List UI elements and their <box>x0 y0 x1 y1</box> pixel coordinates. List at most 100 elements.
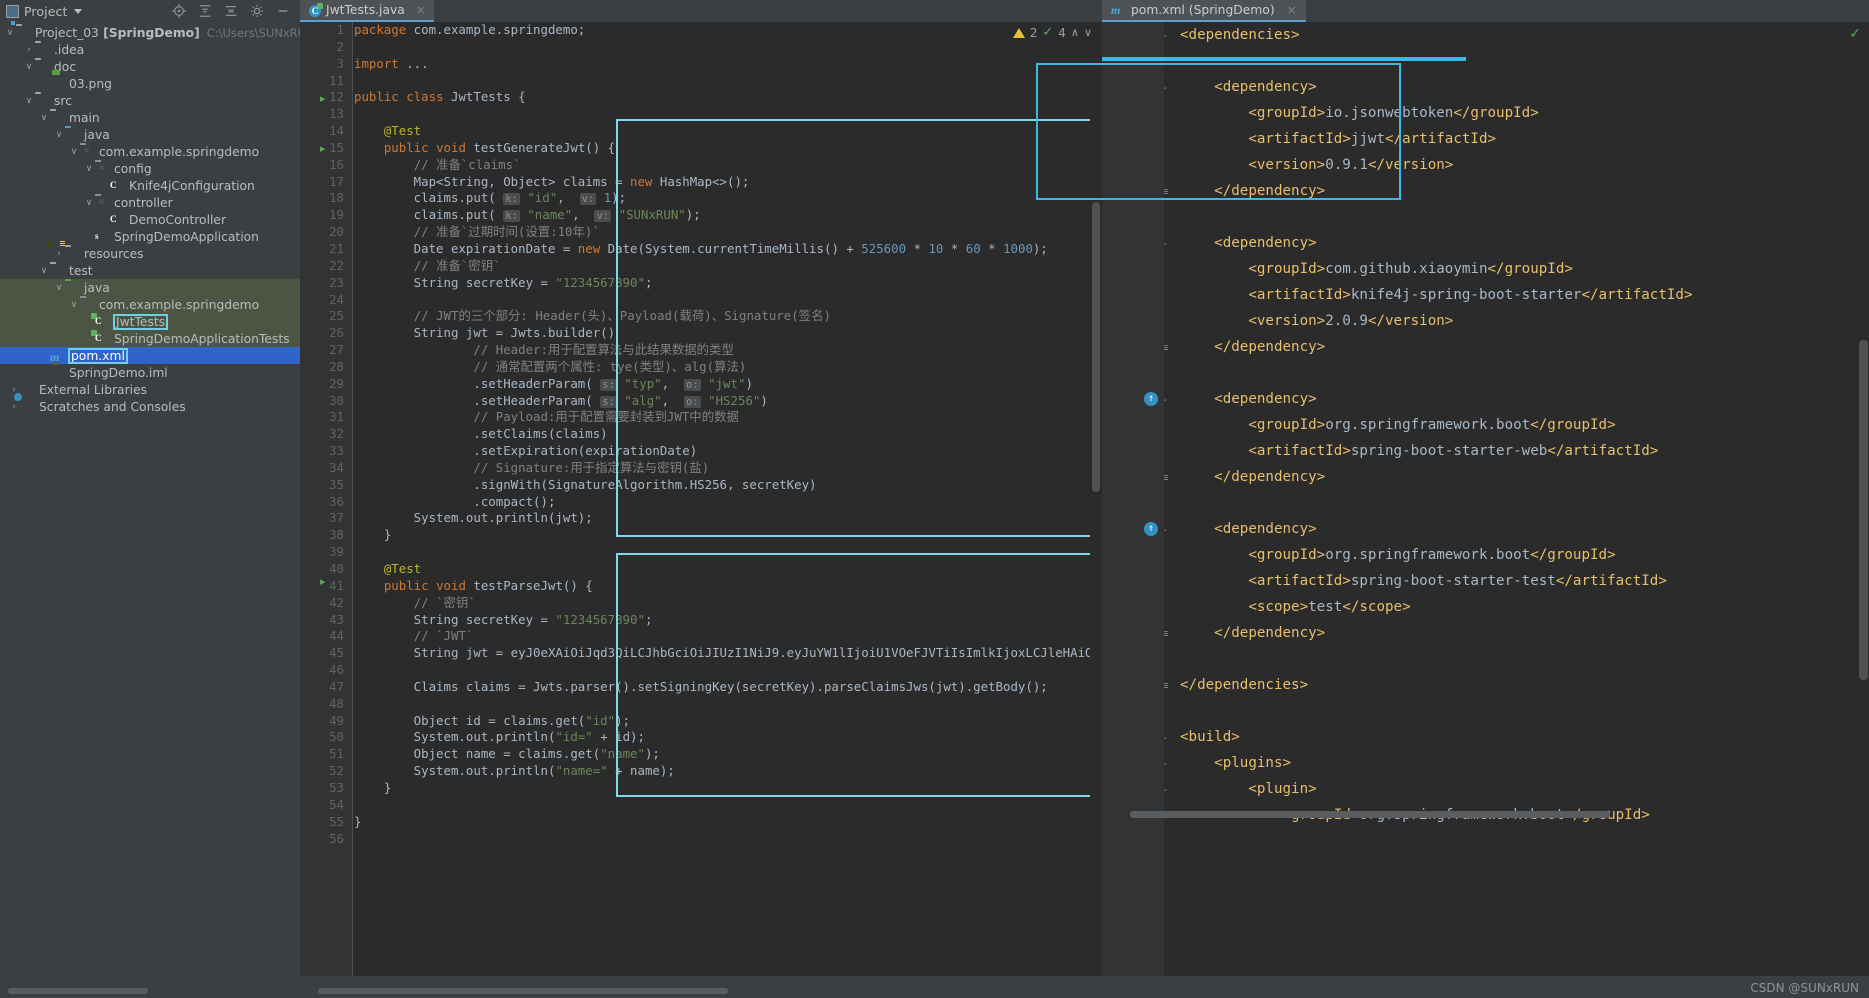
close-icon[interactable]: × <box>1287 3 1297 17</box>
tree-item-java[interactable]: ∨ java <box>0 279 300 296</box>
maven-reimport-icon[interactable] <box>1144 392 1158 406</box>
tree-item-doc[interactable]: ∨ doc <box>0 58 300 75</box>
tree-item-springdemoapplicationtests[interactable]: SpringDemoApplicationTests <box>0 330 300 347</box>
check-count: 4 <box>1058 25 1066 40</box>
locate-icon[interactable] <box>172 4 186 18</box>
tree-item-label: Project_03 <box>35 25 99 40</box>
tree-expander[interactable]: ∨ <box>38 113 50 123</box>
tree-expander[interactable]: › <box>53 249 65 259</box>
expand-all-icon[interactable] <box>198 4 212 18</box>
inspection-status[interactable]: 2 ✓ 4 ∧ ∨ <box>1012 25 1092 40</box>
tree-expander[interactable]: › <box>8 402 20 412</box>
next-problem-icon[interactable]: ∨ <box>1084 26 1092 39</box>
source-folder-icon <box>65 128 80 142</box>
xml-editor-pane: m pom.xml (SpringDemo) × ✓ 19-<dependenc… <box>1102 0 1869 998</box>
project-tree[interactable]: ∨ Project_03 [SpringDemo] C:\Users\SUNxRUI… <box>0 20 309 415</box>
tree-item-src[interactable]: ∨ src <box>0 92 300 109</box>
spring-class-icon <box>95 230 110 244</box>
tree-item-label: test <box>69 263 93 278</box>
tree-item-external-libraries[interactable]: › External Libraries <box>0 381 300 398</box>
tree-expander[interactable] <box>83 232 95 242</box>
tree-item-jwttests[interactable]: JwtTests <box>0 313 300 330</box>
tree-item-pom-xml[interactable]: m pom.xml <box>0 347 300 364</box>
tree-expander[interactable]: ∨ <box>53 283 65 293</box>
gutter[interactable] <box>1102 22 1164 998</box>
xml-code-area[interactable]: 19-<dependencies>2021- <dependency>22 <g… <box>1102 22 1869 998</box>
project-hscrollbar[interactable] <box>8 988 148 994</box>
tree-item-springdemoapplication[interactable]: SpringDemoApplication <box>0 228 300 245</box>
editor-tabbar-right: m pom.xml (SpringDemo) × <box>1102 0 1869 22</box>
hide-panel-icon[interactable] <box>276 4 290 18</box>
java-code-area[interactable]: 1 package com.example.springdemo; 2 3 import… <box>300 22 1102 998</box>
package-icon <box>95 196 110 210</box>
tree-item-com-example-springdemo[interactable]: ∨ com.example.springdemo <box>0 143 300 160</box>
package-icon <box>80 298 95 312</box>
tree-item-democontroller[interactable]: DemoController <box>0 211 300 228</box>
tree-expander[interactable]: ∨ <box>83 198 95 208</box>
run-class-icon[interactable]: ▸ <box>320 92 326 105</box>
tab-jwttests-java[interactable]: JwtTests.java × <box>300 0 434 22</box>
tree-item-config[interactable]: ∨ config <box>0 160 300 177</box>
gear-icon[interactable] <box>250 4 264 18</box>
folder-icon <box>50 264 65 278</box>
editor-scrollbar-right[interactable] <box>1859 340 1868 680</box>
tab-pom-xml[interactable]: m pom.xml (SpringDemo) × <box>1102 0 1306 22</box>
status-bar: CSDN @SUNxRUN <box>0 976 1869 998</box>
tree-expander[interactable] <box>38 368 50 378</box>
run-test-icon-1[interactable]: ▸ <box>320 142 326 155</box>
tree-item--idea[interactable]: › .idea <box>0 41 300 58</box>
tree-item-springdemo-iml[interactable]: SpringDemo.iml <box>0 364 300 381</box>
tree-expander[interactable]: › <box>23 45 35 55</box>
tree-expander[interactable]: ∨ <box>38 266 50 276</box>
tree-expander[interactable] <box>38 79 50 89</box>
module-folder-icon <box>11 20 31 40</box>
chevron-down-icon[interactable] <box>74 8 83 14</box>
collapse-all-icon[interactable] <box>224 4 238 18</box>
tree-item-controller[interactable]: ∨ controller <box>0 194 300 211</box>
tree-expander[interactable]: ∨ <box>53 130 65 140</box>
tree-item-label: main <box>69 110 100 125</box>
tree-expander[interactable] <box>98 215 110 225</box>
close-icon[interactable]: × <box>416 3 426 17</box>
tree-item-scratches-and-consoles[interactable]: › Scratches and Consoles <box>0 398 300 415</box>
prev-problem-icon[interactable]: ∧ <box>1071 26 1079 39</box>
java-source-code[interactable]: 1 package com.example.springdemo; 2 3 import… <box>300 22 1102 847</box>
tree-expander[interactable]: ∨ <box>23 62 35 72</box>
tree-expander[interactable]: ∨ <box>4 28 16 38</box>
tree-item-label: controller <box>114 195 173 210</box>
tree-expander[interactable]: ∨ <box>68 300 80 310</box>
test-source-folder-icon <box>65 281 80 295</box>
folder-icon <box>35 60 50 74</box>
tree-expander[interactable]: ∨ <box>23 96 35 106</box>
tree-expander[interactable]: ∨ <box>68 147 80 157</box>
folder-icon <box>35 94 50 108</box>
tree-expander[interactable]: ∨ <box>83 164 95 174</box>
tree-item-label: java <box>84 280 110 295</box>
tree-item-03-png[interactable]: 03.png <box>0 75 300 92</box>
package-icon <box>80 145 95 159</box>
scrollbar-thumb[interactable] <box>1092 202 1100 492</box>
tree-expander[interactable] <box>38 351 50 361</box>
tree-item-knife4jconfiguration[interactable]: Knife4jConfiguration <box>0 177 300 194</box>
scratches-icon <box>20 400 35 414</box>
run-test-icon-2[interactable]: ▸ <box>320 575 326 588</box>
tree-item-test[interactable]: ∨ test <box>0 262 300 279</box>
tree-item-com-example-springdemo[interactable]: ∨ com.example.springdemo <box>0 296 300 313</box>
project-panel-title: Project <box>24 3 68 19</box>
tree-item-label: 03.png <box>69 76 112 91</box>
tree-item-project-03[interactable]: ∨ Project_03 [SpringDemo] C:\Users\SUNxRUI <box>0 20 309 41</box>
tree-item-label: java <box>84 127 110 142</box>
tree-item-label: Knife4jConfiguration <box>129 178 255 193</box>
tree-item-java[interactable]: ∨ java <box>0 126 300 143</box>
xml-source-code[interactable]: 19-<dependencies>2021- <dependency>22 <g… <box>1102 22 1869 828</box>
class-icon <box>110 213 125 227</box>
test-class-icon <box>95 332 110 346</box>
project-view-icon <box>6 4 19 18</box>
maven-reimport-icon[interactable] <box>1144 522 1158 536</box>
tree-item-main[interactable]: ∨ main <box>0 109 300 126</box>
tree-expander[interactable] <box>98 181 110 191</box>
tree-item-resources[interactable]: › resources <box>0 240 300 262</box>
java-editor-hscrollbar[interactable] <box>318 988 728 994</box>
xml-editor-hscrollbar[interactable] <box>1130 811 1610 818</box>
editor-scrollbar-left[interactable] <box>1090 22 1102 998</box>
